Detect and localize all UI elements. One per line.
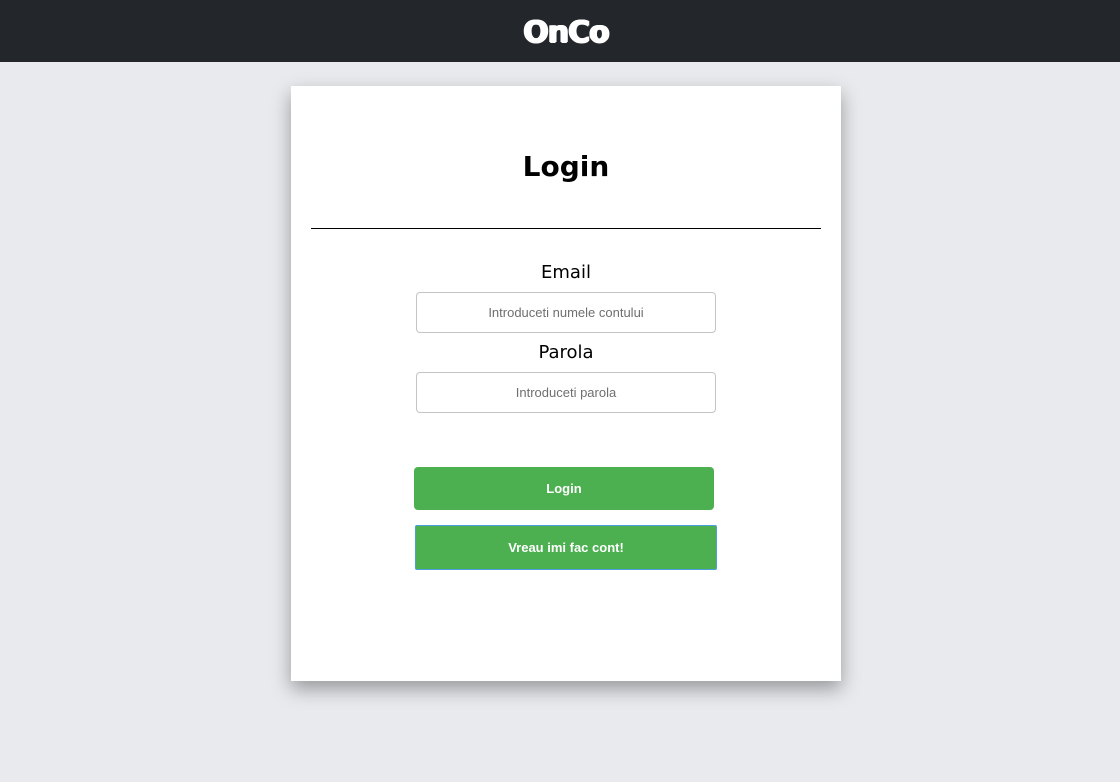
password-label: Parola — [538, 342, 594, 363]
email-label: Email — [541, 262, 591, 283]
onco-logo[interactable]: OnCo — [523, 15, 609, 50]
login-button[interactable]: Login — [414, 467, 714, 510]
login-title: Login — [522, 150, 610, 183]
title-divider — [311, 228, 821, 229]
login-card: Login Email Parola Login Vreau imi fac c… — [291, 86, 841, 681]
register-button[interactable]: Vreau imi fac cont! — [415, 525, 717, 570]
email-input[interactable] — [416, 292, 716, 333]
top-navbar: OnCo — [0, 0, 1120, 62]
password-input[interactable] — [416, 372, 716, 413]
